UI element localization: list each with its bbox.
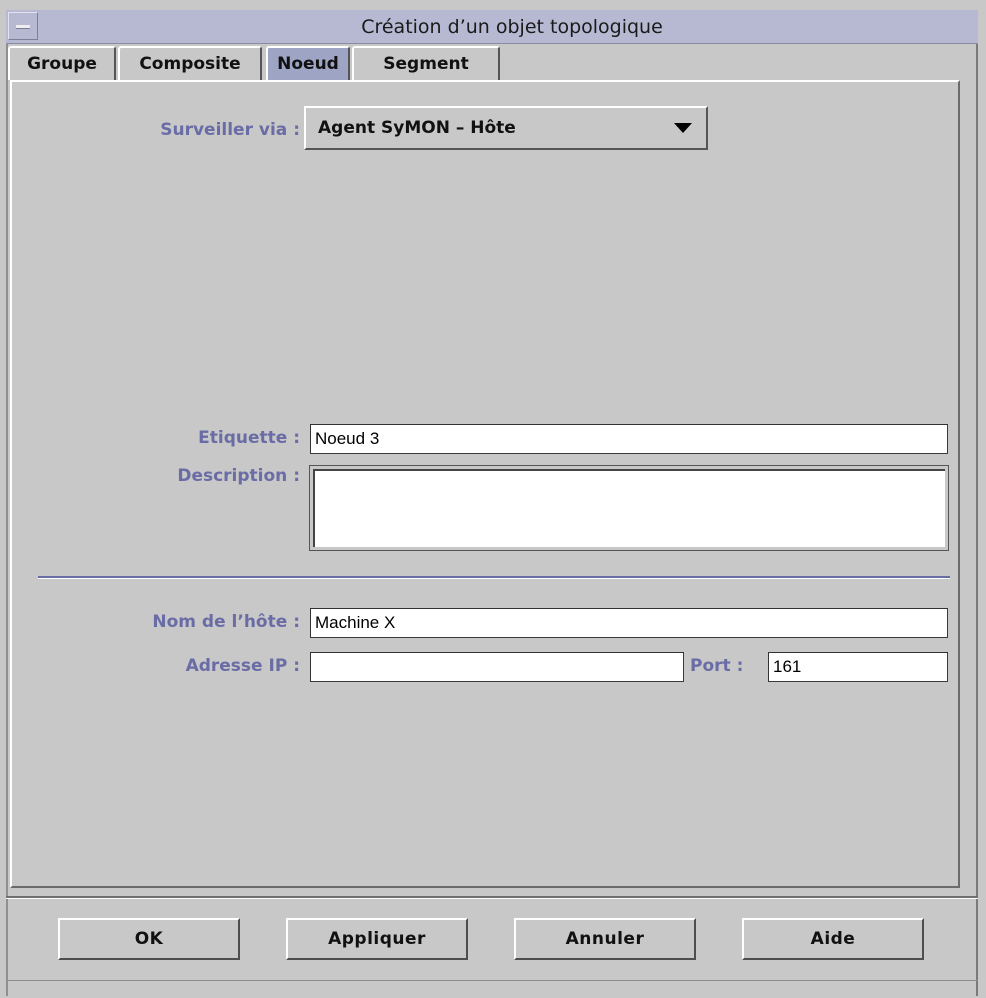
ip-address-input[interactable] <box>310 652 684 682</box>
label-input[interactable]: Noeud 3 <box>310 424 948 454</box>
hostname-label: Nom de l’hôte : <box>152 612 300 632</box>
button-bar-divider <box>6 896 978 899</box>
tab-groupe[interactable]: Groupe <box>8 46 116 80</box>
tab-composite[interactable]: Composite <box>118 46 262 80</box>
window-menu-button[interactable] <box>8 12 38 40</box>
chevron-down-icon <box>674 123 692 133</box>
tab-noeud[interactable]: Noeud <box>266 46 350 80</box>
section-divider <box>38 576 950 579</box>
port-label: Port : <box>690 656 744 676</box>
port-input[interactable]: 161 <box>768 652 948 682</box>
apply-button[interactable]: Appliquer <box>286 918 468 960</box>
window-bottom-edge <box>6 980 978 981</box>
description-label: Description : <box>177 466 300 486</box>
help-button[interactable]: Aide <box>742 918 924 960</box>
label-field-label: Etiquette : <box>198 428 300 448</box>
monitor-via-label: Surveiller via : <box>160 120 300 140</box>
window-title: Création d’un objet topologique <box>361 16 663 38</box>
monitor-via-value: Agent SyMON – Hôte <box>318 118 516 138</box>
description-textarea[interactable] <box>310 466 948 550</box>
ok-button[interactable]: OK <box>58 918 240 960</box>
cancel-button[interactable]: Annuler <box>514 918 696 960</box>
tab-segment[interactable]: Segment <box>352 46 500 80</box>
monitor-via-dropdown[interactable]: Agent SyMON – Hôte <box>304 106 708 150</box>
title-bar: Création d’un objet topologique <box>6 10 978 44</box>
ip-address-label: Adresse IP : <box>185 656 300 676</box>
hostname-input[interactable]: Machine X <box>310 608 948 638</box>
window-menu-icon <box>16 25 30 29</box>
